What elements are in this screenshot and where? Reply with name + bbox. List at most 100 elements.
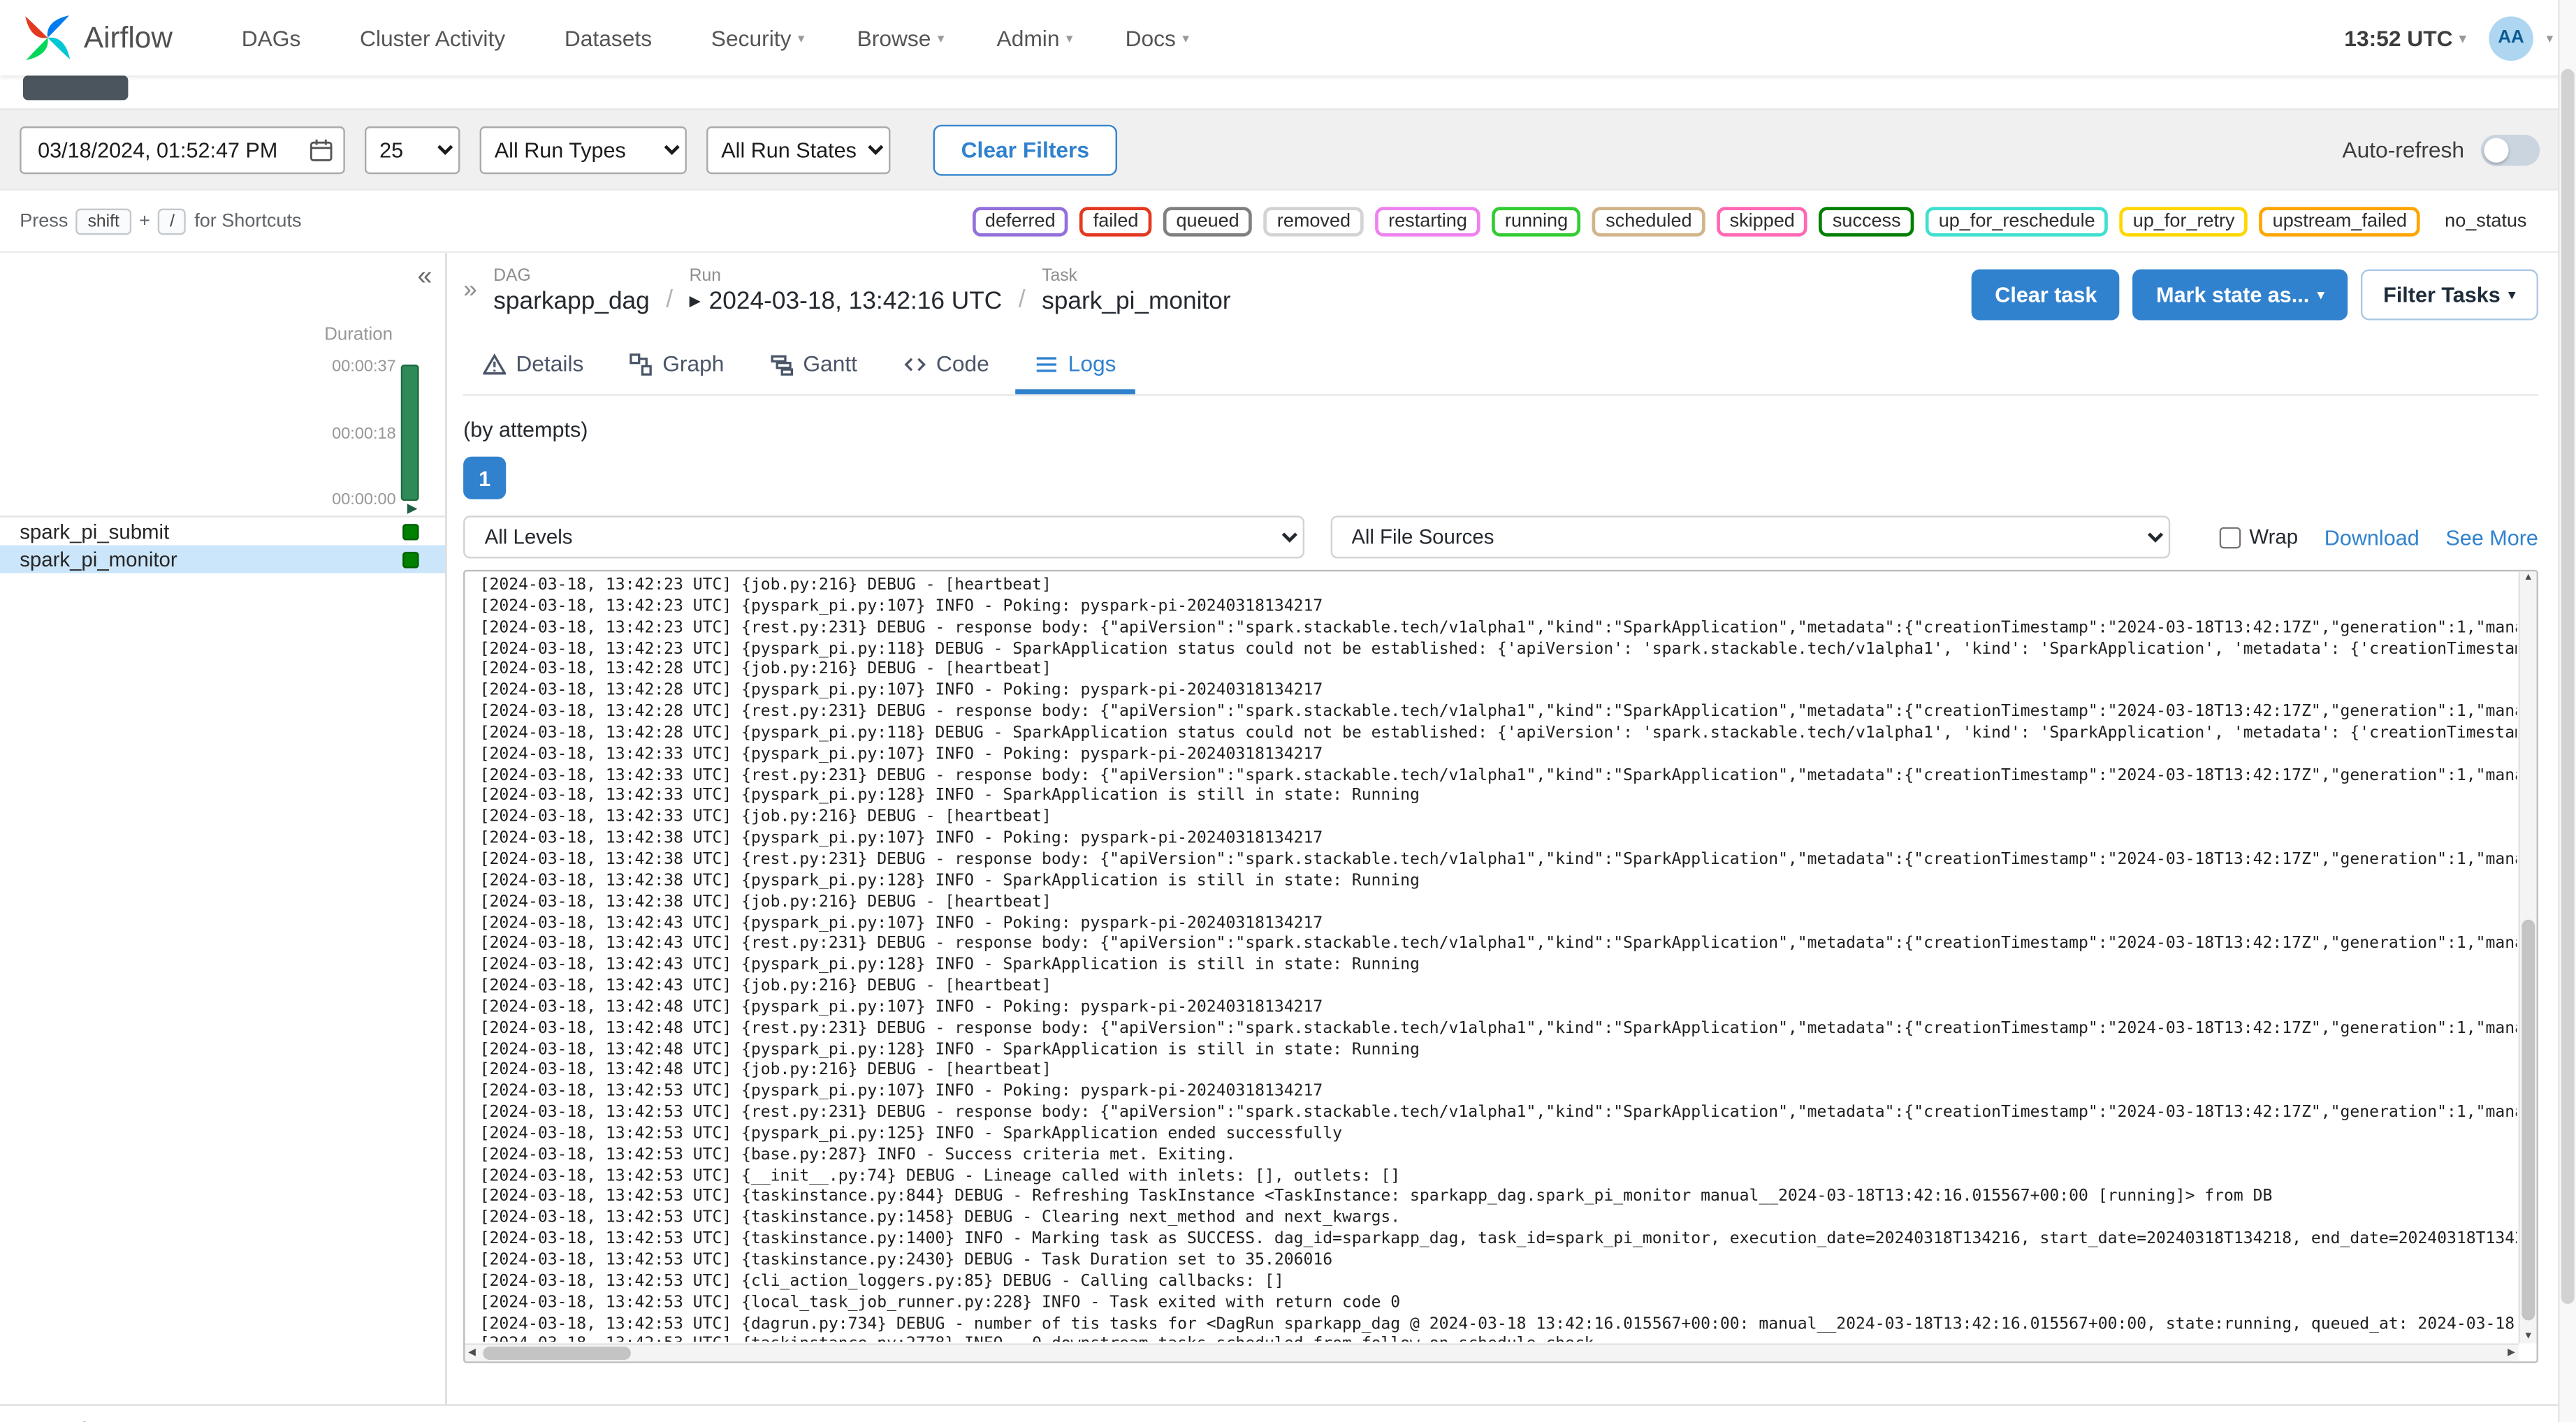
tab-details[interactable]: Details <box>463 340 603 395</box>
version-link[interactable]: v2.7.2 <box>125 1417 183 1422</box>
state-legend-badge[interactable]: running <box>1492 206 1581 236</box>
chevron-down-icon: ▾ <box>937 30 945 45</box>
tab-graph[interactable]: Graph <box>610 340 744 395</box>
nav-item[interactable]: Admin ▾ <box>997 25 1073 50</box>
nav-item[interactable]: Docs ▾ <box>1126 25 1189 50</box>
chevron-down-icon: ▾ <box>797 30 805 45</box>
clock-dropdown[interactable]: 13:52 UTC ▾ <box>2344 25 2466 50</box>
state-legend-badge[interactable]: up_for_reschedule <box>1925 206 2109 236</box>
auto-refresh-label: Auto-refresh <box>2342 137 2465 162</box>
tab-bar: Details Graph Gantt Code Logs <box>463 340 2538 396</box>
nav-item[interactable]: DAGs <box>242 25 307 50</box>
log-filter-row: All Levels All File Sources Wrap Downloa… <box>463 515 2538 559</box>
log-line: [2024-03-18, 13:42:38 UTC] {pyspark_pi.p… <box>479 829 1323 848</box>
task-state-square[interactable] <box>402 522 419 540</box>
auto-refresh-control: Auto-refresh <box>2342 133 2540 166</box>
state-legend-badge[interactable]: failed <box>1079 206 1152 236</box>
mark-state-button[interactable]: Mark state as... ▾ <box>2133 269 2348 321</box>
scroll-left-icon[interactable]: ◀ <box>468 1347 476 1358</box>
brand-name: Airflow <box>83 20 173 54</box>
download-log-link[interactable]: Download <box>2324 525 2419 549</box>
filter-tasks-button[interactable]: Filter Tasks ▾ <box>2360 269 2538 321</box>
nav-item[interactable]: Browse ▾ <box>857 25 945 50</box>
airflow-app: Airflow DAGs Cluster Activity Datasets S… <box>0 0 2576 1422</box>
log-level-select[interactable]: All Levels <box>463 515 1304 559</box>
breadcrumb-dag-link[interactable]: sparkapp_dag <box>493 287 650 315</box>
log-line: [2024-03-18, 13:42:53 UTC] {taskinstance… <box>479 1209 1401 1228</box>
scroll-up-icon[interactable]: ▲ <box>2524 573 2533 583</box>
tab-code[interactable]: Code <box>884 340 1009 395</box>
run-duration-bar[interactable] <box>400 365 419 501</box>
task-row[interactable]: spark_pi_monitor <box>0 545 446 573</box>
state-legend-badge[interactable]: up_for_retry <box>2119 206 2248 236</box>
breadcrumb-run-link[interactable]: 2024-03-18, 13:42:16 UTC <box>709 287 1003 315</box>
scroll-right-icon[interactable]: ▶ <box>2508 1347 2515 1358</box>
log-line: [2024-03-18, 13:42:43 UTC] {pyspark_pi.p… <box>479 955 1420 974</box>
log-source-select[interactable]: All File Sources <box>1330 515 2171 559</box>
logs-icon <box>1036 356 1057 372</box>
tab-gantt[interactable]: Gantt <box>750 340 877 395</box>
nav-item[interactable]: Datasets <box>565 25 659 50</box>
gantt-icon <box>771 354 793 375</box>
state-legend-badge[interactable]: upstream_failed <box>2259 206 2420 236</box>
state-legend-badge[interactable]: success <box>1819 206 1914 236</box>
log-line: [2024-03-18, 13:42:53 UTC] {dagrun.py:73… <box>479 1314 2515 1333</box>
manual-run-icon: ▶ <box>407 501 418 516</box>
run-type-select[interactable]: All Run Types <box>479 125 687 174</box>
nav-item[interactable]: Cluster Activity <box>360 25 512 50</box>
task-state-square[interactable] <box>402 550 419 568</box>
log-horizontal-scrollbar[interactable]: ◀ ▶ <box>465 1343 2519 1362</box>
vertical-scroll-thumb[interactable] <box>2522 918 2535 1321</box>
expand-panel-button[interactable]: » <box>463 276 477 304</box>
chevron-down-icon: ▾ <box>2459 30 2466 45</box>
scroll-gap <box>0 75 2576 109</box>
attempt-1-button[interactable]: 1 <box>463 456 507 499</box>
log-line: [2024-03-18, 13:42:53 UTC] {local_task_j… <box>479 1293 1401 1312</box>
scroll-down-icon[interactable]: ▼ <box>2524 1332 2533 1342</box>
clear-filters-button[interactable]: Clear Filters <box>933 124 1118 175</box>
graph-icon <box>630 353 653 375</box>
log-line: [2024-03-18, 13:42:38 UTC] {pyspark_pi.p… <box>479 872 1420 890</box>
state-legend-badge[interactable]: no_status <box>2431 206 2540 235</box>
alert-triangle-icon <box>483 352 507 374</box>
task-row[interactable]: spark_pi_submit <box>0 518 445 545</box>
page-size-select[interactable]: 25 <box>365 125 460 174</box>
task-detail-pane: » DAG sparkapp_dag / Run ▶ 2024-03-18, 1… <box>447 253 2576 1404</box>
log-line: [2024-03-18, 13:42:53 UTC] {pyspark_pi.p… <box>479 1083 1323 1101</box>
breadcrumb-task-link[interactable]: spark_pi_monitor <box>1042 287 1231 315</box>
breadcrumb-task: Task spark_pi_monitor <box>1042 265 1231 316</box>
state-legend-badge[interactable]: queued <box>1163 206 1253 236</box>
task-list: spark_pi_submit spark_pi_monitor <box>0 515 446 573</box>
state-legend-badge[interactable]: deferred <box>972 206 1069 236</box>
airflow-home-link[interactable]: Airflow <box>23 13 173 63</box>
state-legend-badge[interactable]: skipped <box>1716 206 1808 236</box>
axis-tick: 00:00:37 <box>332 358 396 376</box>
shortcut-hint: Press shift + / for Shortcuts <box>20 207 302 235</box>
version-label: Version: <box>39 1417 116 1422</box>
log-line: [2024-03-18, 13:42:23 UTC] {rest.py:231}… <box>479 618 2517 637</box>
clear-task-button[interactable]: Clear task <box>1972 269 2120 321</box>
page-scrollbar[interactable] <box>2558 0 2576 1422</box>
wrap-checkbox[interactable] <box>2220 526 2241 548</box>
log-line: [2024-03-18, 13:42:53 UTC] {__init__.py:… <box>479 1166 1401 1185</box>
tab-logs[interactable]: Logs <box>1015 340 1136 395</box>
log-line: [2024-03-18, 13:42:28 UTC] {pyspark_pi.p… <box>479 682 1323 701</box>
task-header: » DAG sparkapp_dag / Run ▶ 2024-03-18, 1… <box>463 266 2538 321</box>
auto-refresh-toggle[interactable] <box>2480 133 2540 166</box>
log-line: [2024-03-18, 13:42:33 UTC] {pyspark_pi.p… <box>479 745 1323 763</box>
see-more-link[interactable]: See More <box>2445 525 2538 549</box>
duration-axis-label: Duration <box>324 325 393 345</box>
log-lines: [2024-03-18, 13:42:23 UTC] {job.py:216} … <box>465 571 2517 1342</box>
date-filter-input[interactable] <box>20 125 345 174</box>
nav-item[interactable]: Security ▾ <box>711 25 805 50</box>
state-legend-badge[interactable]: scheduled <box>1592 206 1705 236</box>
page-scroll-thumb[interactable] <box>2561 68 2575 1305</box>
state-legend-badge[interactable]: removed <box>1263 206 1364 236</box>
state-legend-badge[interactable]: restarting <box>1375 206 1480 236</box>
log-line: [2024-03-18, 13:42:53 UTC] {taskinstance… <box>480 1336 2517 1342</box>
user-menu[interactable]: AA ▾ <box>2489 15 2553 60</box>
log-line: [2024-03-18, 13:42:48 UTC] {rest.py:231}… <box>479 1019 2517 1038</box>
log-vertical-scrollbar[interactable]: ▲ ▼ <box>2518 571 2537 1344</box>
horizontal-scroll-thumb[interactable] <box>483 1347 631 1360</box>
run-state-select[interactable]: All Run States <box>706 125 891 174</box>
